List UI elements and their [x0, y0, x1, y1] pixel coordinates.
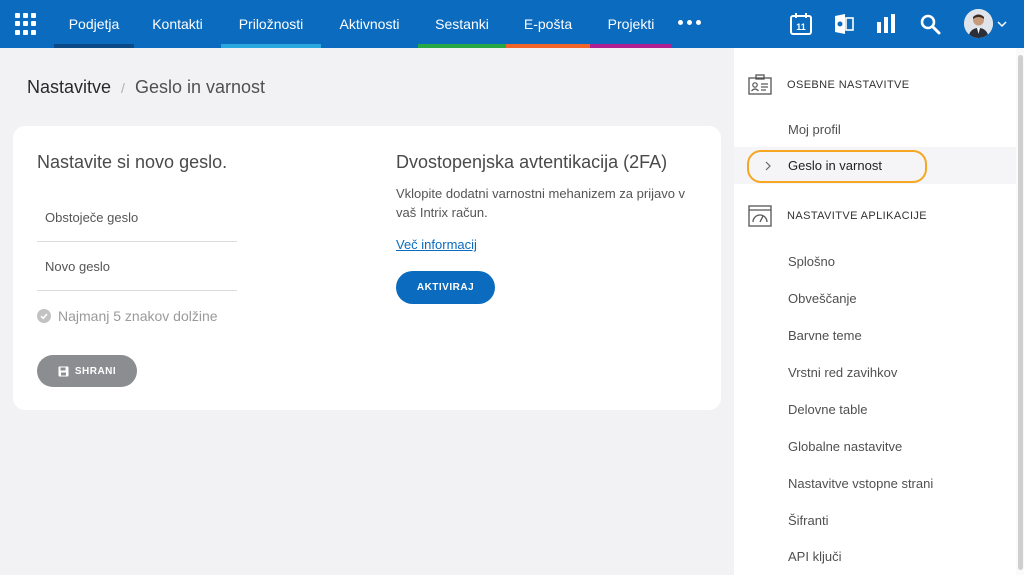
- nav-tab-label: E-pošta: [523, 16, 573, 32]
- nav-tab-label: Projekti: [607, 16, 655, 32]
- search-icon[interactable]: [918, 12, 942, 36]
- nav-tab-underline: [418, 44, 506, 48]
- top-navigation-bar: Podjetja Kontakti Priložnosti Aktivnosti…: [0, 0, 1024, 48]
- personal-settings-heading: OSEBNE NASTAVITVE: [748, 74, 910, 96]
- nav-tab-label: Sestanki: [435, 16, 489, 32]
- apps-grid-icon[interactable]: [14, 12, 38, 36]
- settings-sidebar: OSEBNE NASTAVITVE Moj profil Geslo in va…: [734, 48, 1016, 575]
- sidebar-item-codebooks[interactable]: Šifranti: [788, 513, 828, 528]
- activate-button[interactable]: AKTIVIRAJ: [396, 271, 495, 304]
- personal-settings-heading-label: OSEBNE NASTAVITVE: [787, 79, 910, 91]
- app-settings-heading-label: NASTAVITVE APLIKACIJE: [787, 210, 928, 222]
- calendar-icon[interactable]: 11: [789, 12, 813, 36]
- security-card: Nastavite si novo geslo. Obstoječe geslo…: [13, 126, 721, 410]
- nav-tab-aktivnosti[interactable]: Aktivnosti: [321, 0, 418, 48]
- sidebar-scrollbar-thumb[interactable]: [1018, 55, 1023, 570]
- twofa-title: Dvostopenjska avtentikacija (2FA): [396, 152, 668, 172]
- nav-tab-underline: [321, 44, 418, 48]
- nav-tab-kontakti[interactable]: Kontakti: [134, 0, 221, 48]
- nav-tab-label: Priložnosti: [238, 16, 304, 32]
- sidebar-item-password-security[interactable]: Geslo in varnost: [788, 158, 882, 173]
- save-icon: [58, 366, 69, 376]
- new-password-field[interactable]: Novo geslo: [37, 242, 237, 291]
- chevron-right-icon: [765, 161, 771, 171]
- avatar[interactable]: [964, 9, 993, 38]
- nav-tab-underline: [134, 44, 221, 48]
- reports-icon[interactable]: [874, 12, 898, 36]
- password-rule-text: Najmanj 5 znakov dolžine: [58, 308, 218, 324]
- save-button-label: SHRANI: [74, 365, 117, 377]
- sidebar-item-api-keys[interactable]: API ključi: [788, 549, 841, 564]
- nav-tab-eposta[interactable]: E-pošta: [506, 0, 590, 48]
- more-icon[interactable]: [678, 20, 701, 25]
- nav-tab-underline: [590, 44, 672, 48]
- sidebar-item-general[interactable]: Splošno: [788, 254, 835, 269]
- nav-tab-label: Podjetja: [68, 16, 120, 32]
- nav-tab-underline: [54, 44, 134, 48]
- activate-button-label: AKTIVIRAJ: [416, 282, 475, 293]
- sidebar-item-global-settings[interactable]: Globalne nastavitve: [788, 439, 902, 454]
- sidebar-item-dashboards[interactable]: Delovne table: [788, 402, 868, 417]
- calendar-day-label: 11: [796, 22, 806, 32]
- chevron-down-icon[interactable]: [997, 19, 1007, 29]
- nav-tab-label: Kontakti: [152, 16, 203, 32]
- id-card-icon: [748, 74, 772, 95]
- dashboard-icon: [748, 205, 772, 227]
- breadcrumb-root[interactable]: Nastavitve: [27, 77, 111, 98]
- breadcrumb-separator: /: [121, 79, 125, 96]
- save-button[interactable]: SHRANI: [37, 355, 137, 387]
- password-rule: Najmanj 5 znakov dolžine: [37, 308, 218, 324]
- nav-tab-label: Aktivnosti: [339, 16, 400, 32]
- sidebar-item-home-page-settings[interactable]: Nastavitve vstopne strani: [788, 476, 933, 491]
- nav-tab-sestanki[interactable]: Sestanki: [418, 0, 506, 48]
- nav-tab-podjetja[interactable]: Podjetja: [54, 0, 134, 48]
- sidebar-item-my-profile[interactable]: Moj profil: [788, 122, 841, 137]
- nav-tab-underline: [221, 44, 321, 48]
- check-circle-icon: [37, 309, 51, 323]
- sidebar-item-notifications[interactable]: Obveščanje: [788, 291, 857, 306]
- nav-tab-projekti[interactable]: Projekti: [590, 0, 672, 48]
- breadcrumb: Nastavitve / Geslo in varnost: [27, 77, 265, 98]
- more-info-link[interactable]: Več informacij: [396, 237, 477, 252]
- current-password-field[interactable]: Obstoječe geslo: [37, 193, 237, 242]
- password-title: Nastavite si novo geslo.: [37, 152, 228, 172]
- exchange-icon[interactable]: [832, 12, 856, 36]
- breadcrumb-current: Geslo in varnost: [134, 77, 265, 97]
- nav-tab-underline: [506, 44, 590, 48]
- nav-tab-priloznosti[interactable]: Priložnosti: [221, 0, 321, 48]
- app-settings-heading: NASTAVITVE APLIKACIJE: [748, 205, 927, 227]
- twofa-description: Vklopite dodatni varnostni mehanizem za …: [396, 186, 686, 220]
- sidebar-item-tab-order[interactable]: Vrstni red zavihkov: [788, 365, 897, 380]
- sidebar-item-color-themes[interactable]: Barvne teme: [788, 328, 862, 343]
